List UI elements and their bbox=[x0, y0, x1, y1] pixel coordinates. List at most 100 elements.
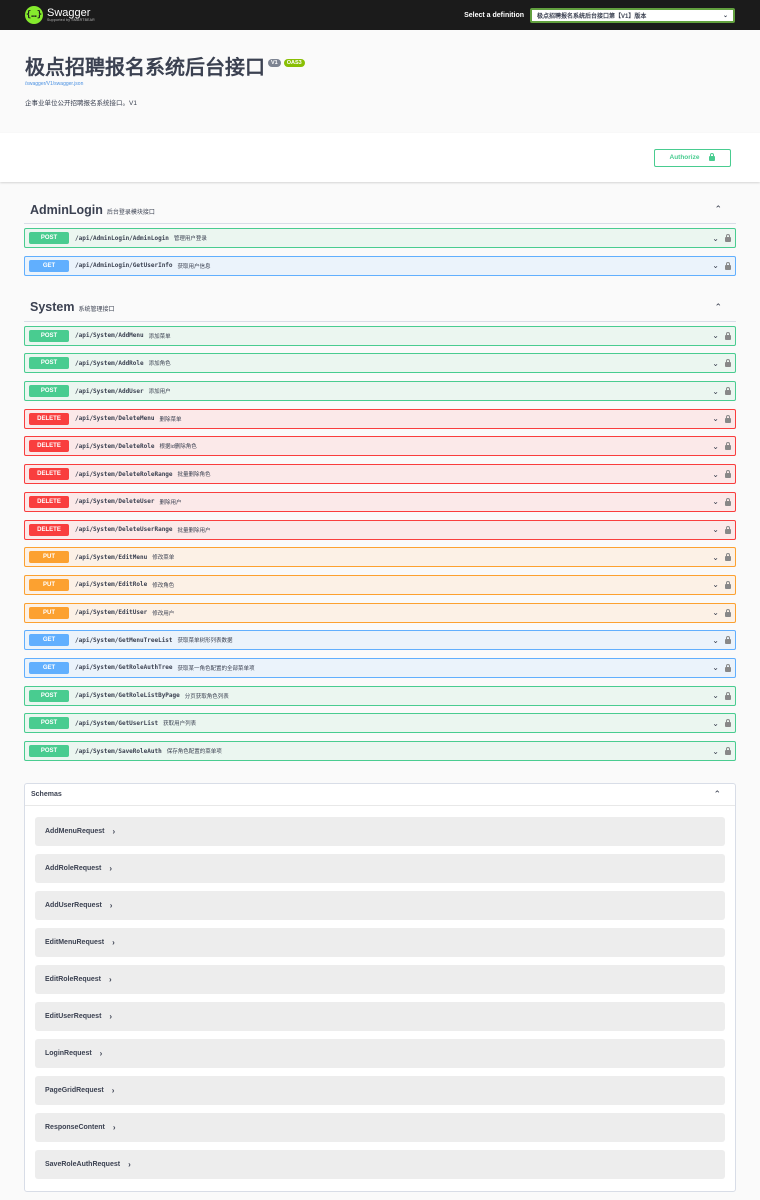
lock-icon[interactable] bbox=[725, 604, 731, 622]
operation-row[interactable]: DELETE/api/System/DeleteRoleRange 批量删除角色 ⌄ bbox=[24, 464, 736, 485]
chevron-down-icon[interactable]: ⌄ bbox=[712, 387, 719, 396]
lock-icon[interactable] bbox=[725, 493, 731, 511]
schema-model[interactable]: EditMenuRequest › bbox=[35, 928, 725, 957]
operation-row[interactable]: PUT/api/System/EditRole 修改角色 ⌄ bbox=[24, 574, 736, 595]
operation-summary: 获取菜单树形列表数据 bbox=[177, 638, 233, 645]
tag-name: System bbox=[30, 300, 75, 315]
chevron-down-icon[interactable]: ⌄ bbox=[712, 470, 719, 479]
operation-row[interactable]: POST/api/System/AddUser 添加用户 ⌄ bbox=[24, 381, 736, 402]
schema-model[interactable]: AddMenuRequest › bbox=[35, 817, 725, 846]
method-badge: DELETE bbox=[29, 440, 69, 453]
topbar: {…} Swagger Supported by SMARTBEAR Selec… bbox=[0, 0, 760, 30]
schemas-header[interactable]: Schemas ⌃ bbox=[25, 784, 735, 806]
lock-icon[interactable] bbox=[725, 354, 731, 372]
operation-row[interactable]: POST/api/System/GetUserList 获取用户列表 ⌄ bbox=[24, 713, 736, 734]
method-badge: POST bbox=[29, 232, 69, 244]
operation-summary: 获取用户信息 bbox=[177, 263, 211, 270]
chevron-down-icon[interactable]: ⌄ bbox=[712, 442, 719, 451]
lock-icon[interactable] bbox=[725, 742, 731, 760]
operation-row[interactable]: POST/api/AdminLogin/AdminLogin 管理用户登录 ⌄ bbox=[24, 228, 736, 248]
operation-path: /api/AdminLogin/GetUserInfo bbox=[75, 262, 173, 270]
lock-icon[interactable] bbox=[725, 548, 731, 566]
chevron-down-icon[interactable]: ⌄ bbox=[712, 261, 719, 270]
tag-header[interactable]: System 系统管理接口 ⌃ bbox=[24, 294, 736, 322]
operation-path: /api/System/GetRoleAuthTree bbox=[75, 664, 173, 672]
authorize-button[interactable]: Authorize bbox=[654, 148, 731, 167]
chevron-down-icon[interactable]: ⌄ bbox=[712, 497, 719, 506]
chevron-up-icon[interactable]: ⌃ bbox=[714, 204, 730, 215]
chevron-right-icon: › bbox=[99, 1049, 103, 1058]
operation-row[interactable]: DELETE/api/System/DeleteRole 根据id删除角色 ⌄ bbox=[24, 436, 736, 457]
operation-row[interactable]: PUT/api/System/EditUser 修改用户 ⌄ bbox=[24, 602, 736, 623]
lock-icon[interactable] bbox=[725, 410, 731, 428]
definition-selector: Select a definition 极点招聘报名系统后台接口第【V1】版本 … bbox=[464, 7, 735, 23]
operation-row[interactable]: PUT/api/System/EditMenu 修改菜单 ⌄ bbox=[24, 547, 736, 568]
spec-link[interactable]: /swagger/V1/swagger.json bbox=[25, 81, 735, 87]
schema-model[interactable]: ResponseContent › bbox=[35, 1113, 725, 1142]
chevron-down-icon[interactable]: ⌄ bbox=[712, 234, 719, 243]
schema-model[interactable]: EditRoleRequest › bbox=[35, 965, 725, 994]
operation-row[interactable]: GET/api/AdminLogin/GetUserInfo 获取用户信息 ⌄ bbox=[24, 255, 736, 276]
method-badge: PUT bbox=[29, 606, 69, 619]
operation-summary: 分页获取角色列表 bbox=[184, 693, 229, 700]
operation-path: /api/System/GetRoleListByPage bbox=[75, 692, 180, 700]
method-badge: DELETE bbox=[29, 495, 69, 508]
schema-model-name: LoginRequest bbox=[45, 1050, 92, 1057]
lock-icon[interactable] bbox=[725, 714, 731, 732]
schema-model[interactable]: AddUserRequest › bbox=[35, 891, 725, 920]
operation-row[interactable]: POST/api/System/SaveRoleAuth 保存角色配置的菜单项 ⌄ bbox=[24, 741, 736, 761]
operation-path: /api/System/SaveRoleAuth bbox=[75, 747, 162, 755]
lock-icon[interactable] bbox=[725, 576, 731, 594]
lock-icon[interactable] bbox=[725, 229, 731, 247]
schema-model[interactable]: LoginRequest › bbox=[35, 1039, 725, 1068]
chevron-down-icon[interactable]: ⌄ bbox=[712, 608, 719, 617]
tag-section-1: System 系统管理接口 ⌃ POST/api/System/AddMenu 添加菜单… bbox=[24, 294, 736, 761]
chevron-down-icon[interactable]: ⌄ bbox=[712, 636, 719, 645]
chevron-down-icon[interactable]: ⌄ bbox=[712, 719, 719, 728]
schema-model[interactable]: SaveRoleAuthRequest › bbox=[35, 1150, 725, 1179]
chevron-up-icon[interactable]: ⌃ bbox=[713, 789, 729, 800]
schema-model[interactable]: EditUserRequest › bbox=[35, 1002, 725, 1031]
swagger-brand[interactable]: {…} Swagger Supported by SMARTBEAR bbox=[25, 6, 95, 24]
operation-row[interactable]: GET/api/System/GetRoleAuthTree 获取某一角色配置的全… bbox=[24, 657, 736, 678]
operation-row[interactable]: POST/api/System/AddMenu 添加菜单 ⌄ bbox=[24, 325, 736, 346]
lock-icon[interactable] bbox=[725, 327, 731, 345]
chevron-down-icon[interactable]: ⌄ bbox=[712, 580, 719, 589]
chevron-down-icon[interactable]: ⌄ bbox=[712, 359, 719, 368]
chevron-down-icon[interactable]: ⌄ bbox=[712, 553, 719, 562]
api-info: 极点招聘报名系统后台接口 V1 OAS3 /swagger/V1/swagger… bbox=[0, 30, 760, 133]
lock-icon[interactable] bbox=[725, 382, 731, 400]
schema-model-name: SaveRoleAuthRequest bbox=[45, 1161, 121, 1168]
schema-model-name: AddMenuRequest bbox=[45, 828, 105, 835]
chevron-right-icon: › bbox=[109, 901, 113, 910]
operation-row[interactable]: DELETE/api/System/DeleteMenu 删除菜单 ⌄ bbox=[24, 408, 736, 429]
chevron-down-icon[interactable]: ⌄ bbox=[712, 414, 719, 423]
definition-select[interactable]: 极点招聘报名系统后台接口第【V1】版本 ⌄ bbox=[530, 7, 735, 23]
operation-path: /api/System/DeleteUserRange bbox=[75, 526, 173, 533]
operation-row[interactable]: GET/api/System/GetMenuTreeList 获取菜单树形列表数据… bbox=[24, 630, 736, 651]
schema-model-name: EditRoleRequest bbox=[45, 976, 102, 983]
tag-header[interactable]: AdminLogin 后台登录模块接口 ⌃ bbox=[24, 196, 736, 224]
lock-icon[interactable] bbox=[725, 687, 731, 705]
chevron-down-icon[interactable]: ⌄ bbox=[712, 691, 719, 700]
schema-model[interactable]: PageGridRequest › bbox=[35, 1076, 725, 1105]
chevron-down-icon[interactable]: ⌄ bbox=[712, 331, 719, 340]
method-badge: POST bbox=[29, 689, 69, 702]
chevron-up-icon[interactable]: ⌃ bbox=[714, 302, 730, 313]
chevron-right-icon: › bbox=[109, 864, 113, 873]
schema-model[interactable]: AddRoleRequest › bbox=[35, 854, 725, 883]
operation-row[interactable]: DELETE/api/System/DeleteUser 删除用户 ⌄ bbox=[24, 491, 736, 512]
lock-icon[interactable] bbox=[725, 465, 731, 483]
lock-icon[interactable] bbox=[725, 257, 731, 275]
operation-row[interactable]: DELETE/api/System/DeleteUserRange 批量删除用户 ⌄ bbox=[24, 519, 736, 540]
chevron-down-icon[interactable]: ⌄ bbox=[712, 525, 719, 534]
page-title: 极点招聘报名系统后台接口 bbox=[25, 57, 265, 79]
lock-icon[interactable] bbox=[725, 437, 731, 455]
lock-icon[interactable] bbox=[725, 659, 731, 677]
chevron-down-icon[interactable]: ⌄ bbox=[712, 747, 719, 756]
operation-row[interactable]: POST/api/System/GetRoleListByPage 分页获取角色列… bbox=[24, 685, 736, 706]
lock-icon[interactable] bbox=[725, 631, 731, 649]
operation-row[interactable]: POST/api/System/AddRole 添加角色 ⌄ bbox=[24, 353, 736, 374]
chevron-down-icon[interactable]: ⌄ bbox=[712, 663, 719, 672]
lock-icon[interactable] bbox=[725, 521, 731, 539]
